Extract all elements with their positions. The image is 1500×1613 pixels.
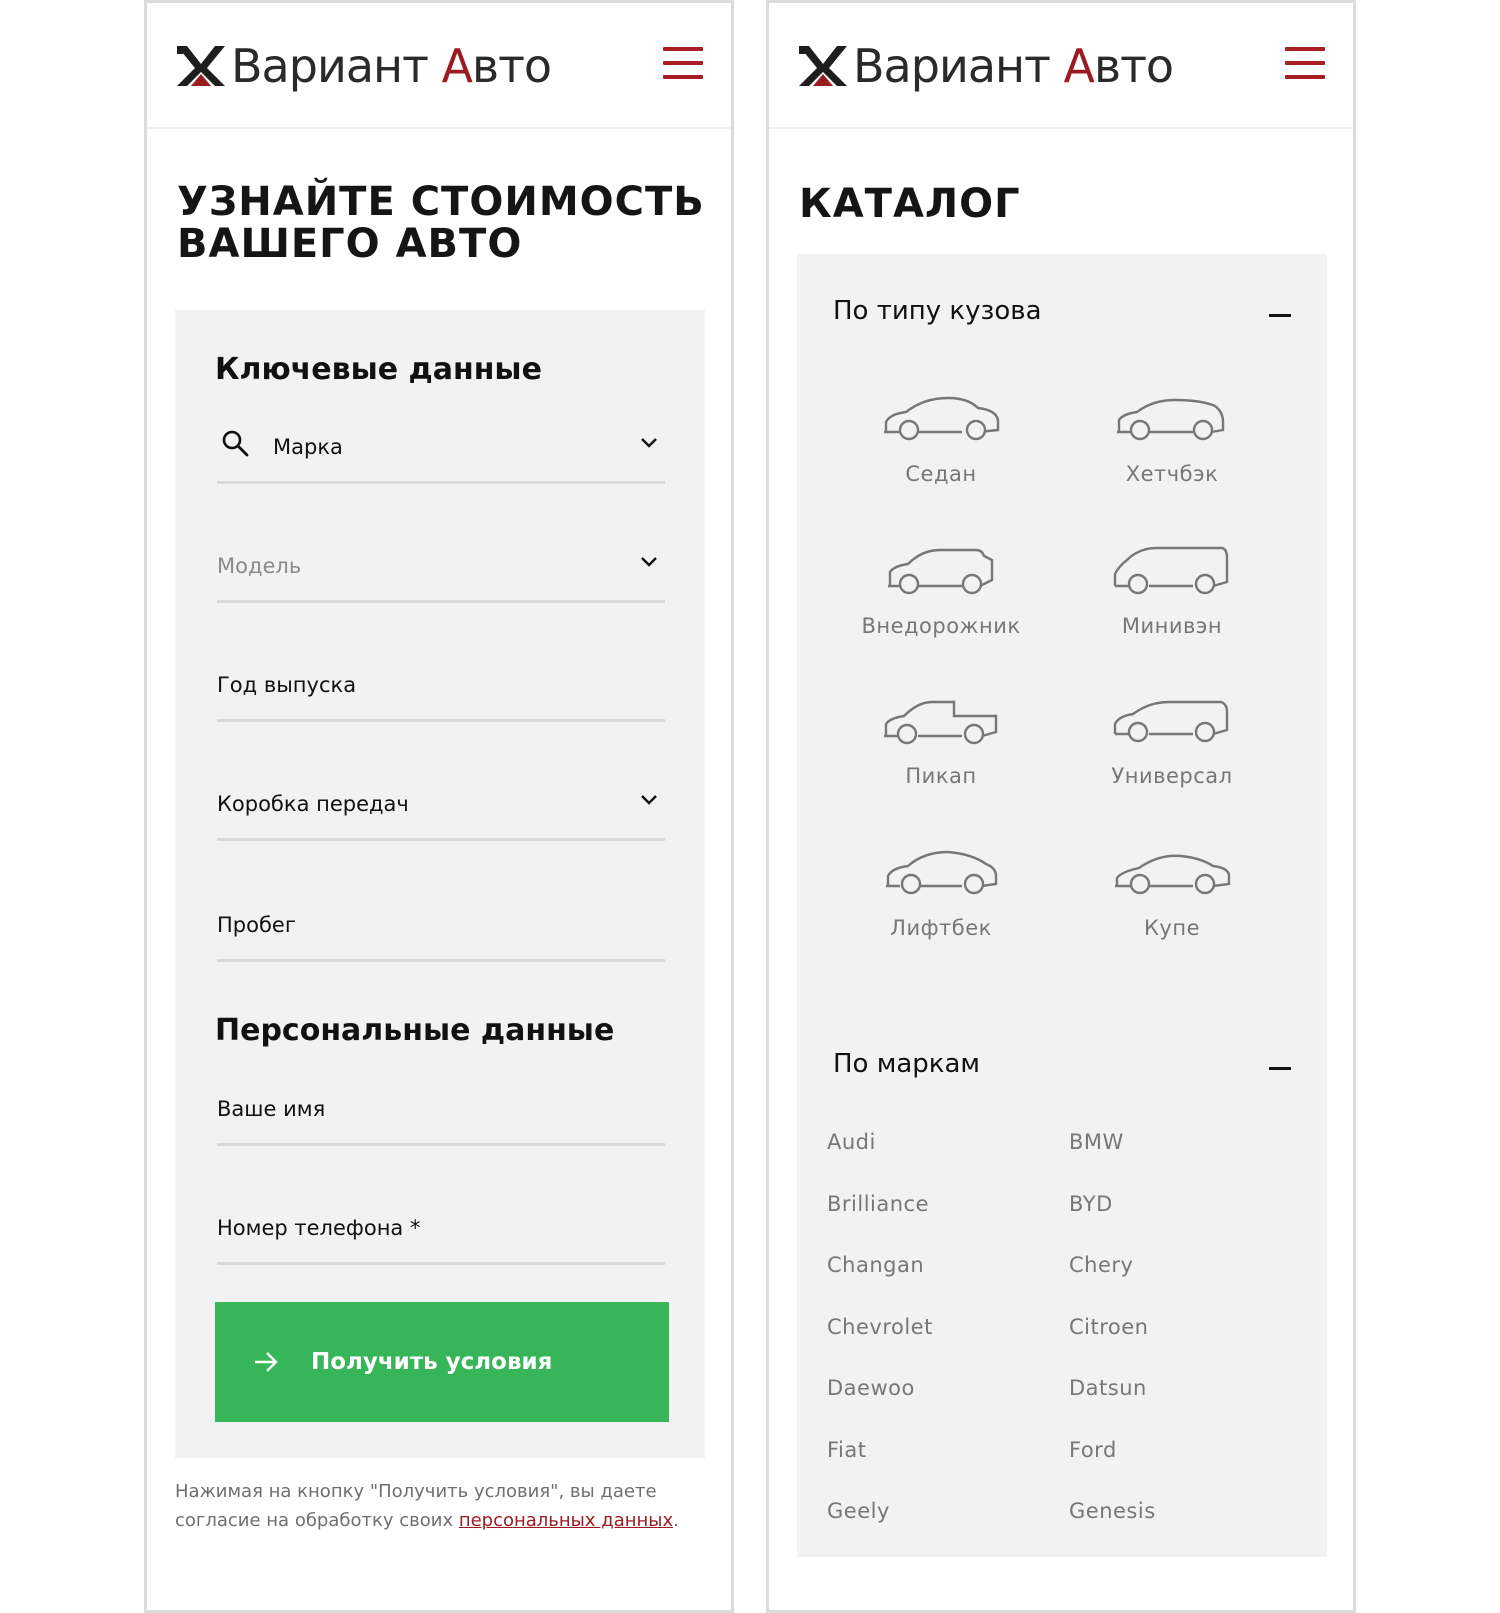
logo-text: Вариант Авто: [231, 39, 552, 93]
catalog-panel: По типу кузова Седан Хетчбэк Внедорожник…: [797, 254, 1327, 1557]
personal-data-heading: Персональные данные: [215, 1013, 615, 1048]
body-type-coupe[interactable]: Купе: [1072, 846, 1272, 940]
logo-mark-icon: [799, 46, 847, 86]
site-logo[interactable]: Вариант Авто: [177, 39, 552, 93]
gearbox-select[interactable]: Коробка передач: [217, 769, 665, 841]
site-header: Вариант Авто: [147, 3, 731, 129]
model-select-label: Модель: [217, 554, 302, 578]
sedan-icon: [884, 396, 1000, 441]
catalog-screen: Вариант Авто КАТАЛОГ По типу кузова Седа…: [766, 0, 1356, 1613]
search-icon: [222, 430, 249, 457]
chevron-down-icon: [641, 795, 657, 805]
brand-link[interactable]: Chery: [1069, 1253, 1133, 1277]
body-type-sedan[interactable]: Седан: [841, 392, 1041, 486]
site-logo[interactable]: Вариант Авто: [799, 39, 1174, 93]
name-input[interactable]: Ваше имя: [217, 1074, 665, 1146]
hamburger-menu-icon[interactable]: [663, 47, 703, 81]
brand-link[interactable]: Geely: [827, 1499, 890, 1523]
chevron-down-icon: [641, 438, 657, 448]
brand-link[interactable]: BYD: [1069, 1192, 1113, 1216]
body-type-label: Хетчбэк: [1125, 462, 1219, 486]
mileage-input[interactable]: Пробег: [217, 890, 665, 962]
wagon-icon: [1113, 700, 1229, 743]
brand-link[interactable]: Chevrolet: [827, 1315, 933, 1339]
personal-data-link[interactable]: персональных данных: [459, 1510, 673, 1531]
body-type-label: Пикап: [905, 764, 977, 788]
coupe-icon: [1115, 854, 1231, 895]
brand-link[interactable]: Daewoo: [827, 1376, 915, 1400]
brand-link[interactable]: Genesis: [1069, 1499, 1156, 1523]
chevron-down-icon: [641, 557, 657, 567]
brand-link[interactable]: Fiat: [827, 1438, 867, 1462]
logo-text: Вариант Авто: [853, 39, 1174, 93]
brand-link[interactable]: Changan: [827, 1253, 924, 1277]
liftback-icon: [886, 850, 998, 895]
body-type-wagon[interactable]: Универсал: [1072, 694, 1272, 788]
brand-link[interactable]: BMW: [1069, 1130, 1124, 1154]
body-type-label: Внедорожник: [861, 614, 1021, 638]
page-title: УЗНАЙТЕ СТОИМОСТЬ ВАШЕГО АВТО: [177, 179, 705, 267]
body-type-accordion-title[interactable]: По типу кузова: [833, 296, 1042, 326]
minus-icon[interactable]: [1269, 1067, 1291, 1070]
brand-link[interactable]: Audi: [827, 1130, 876, 1154]
brand-link[interactable]: Datsun: [1069, 1376, 1147, 1400]
gearbox-select-label: Коробка передач: [217, 792, 409, 816]
submit-button[interactable]: Получить условия: [215, 1302, 669, 1422]
brand-select-label: Марка: [273, 435, 343, 459]
year-input[interactable]: Год выпуска: [217, 650, 665, 722]
site-header: Вариант Авто: [769, 3, 1353, 129]
hatchback-icon: [1117, 398, 1225, 441]
body-type-liftback[interactable]: Лифтбек: [841, 846, 1041, 940]
arrow-right-icon: [255, 1352, 278, 1372]
year-input-label: Год выпуска: [217, 673, 357, 697]
mileage-input-label: Пробег: [217, 913, 296, 937]
brand-select[interactable]: Марка: [217, 412, 665, 484]
minivan-icon: [1113, 546, 1229, 595]
suv-icon: [888, 548, 994, 595]
brand-link[interactable]: Citroen: [1069, 1315, 1148, 1339]
body-type-suv[interactable]: Внедорожник: [841, 544, 1041, 638]
brand-link[interactable]: Ford: [1069, 1438, 1117, 1462]
phone-input[interactable]: Номер телефона *: [217, 1193, 665, 1265]
page-title: КАТАЛОГ: [799, 181, 1021, 227]
key-data-heading: Ключевые данные: [215, 352, 542, 387]
body-type-label: Универсал: [1111, 764, 1233, 788]
minus-icon[interactable]: [1269, 314, 1291, 317]
body-type-label: Минивэн: [1121, 614, 1223, 638]
name-input-label: Ваше имя: [217, 1097, 326, 1121]
body-type-pickup[interactable]: Пикап: [841, 694, 1041, 788]
consent-note: Нажимая на кнопку "Получить условия", вы…: [175, 1481, 679, 1531]
form-screen: Вариант Авто УЗНАЙТЕ СТОИМОСТЬ ВАШЕГО АВ…: [144, 0, 734, 1613]
body-type-label: Лифтбек: [890, 916, 992, 940]
brand-link[interactable]: Brilliance: [827, 1192, 929, 1216]
valuation-form: Ключевые данные Марка Модель Год выпуска…: [175, 310, 705, 1458]
hamburger-menu-icon[interactable]: [1285, 47, 1325, 81]
body-type-label: Седан: [905, 462, 977, 486]
phone-input-label: Номер телефона *: [217, 1216, 421, 1240]
logo-mark-icon: [177, 46, 225, 86]
body-type-label: Купе: [1144, 916, 1200, 940]
body-type-hatchback[interactable]: Хетчбэк: [1072, 392, 1272, 486]
brands-accordion-title[interactable]: По маркам: [833, 1049, 980, 1079]
pickup-icon: [884, 700, 998, 745]
submit-button-label: Получить условия: [311, 1349, 553, 1375]
body-type-minivan[interactable]: Минивэн: [1072, 544, 1272, 638]
model-select[interactable]: Модель: [217, 531, 665, 603]
